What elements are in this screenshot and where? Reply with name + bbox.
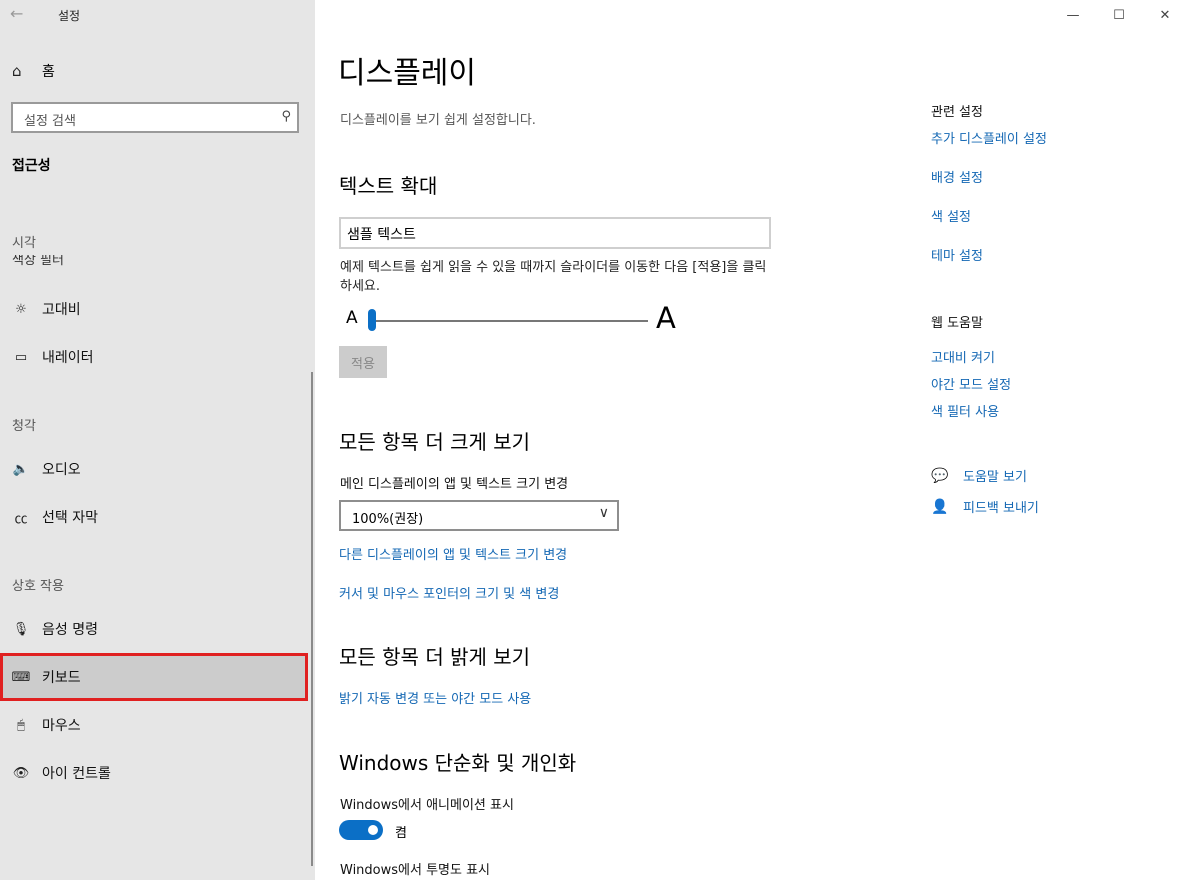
heading-make-bigger: 모든 항목 더 크게 보기 — [339, 430, 531, 454]
feedback-icon: 👤 — [931, 498, 949, 515]
sidebar-item-label: 내레이터 — [42, 350, 94, 366]
link-background[interactable]: 배경 설정 — [931, 167, 983, 186]
animation-label: Windows에서 애니메이션 표시 — [340, 798, 514, 813]
group-label-hearing: 청각 — [12, 419, 36, 434]
feedback-label: 피드백 보내기 — [963, 501, 1039, 516]
group-label-vision: 시각 — [12, 236, 36, 251]
sun-icon: ☼ — [15, 301, 27, 317]
animation-toggle[interactable] — [339, 820, 383, 840]
sidebar-scrollbar[interactable] — [311, 372, 313, 866]
link-color-filter[interactable]: 색 필터 사용 — [931, 401, 999, 420]
sidebar-item-home[interactable]: ⌂ 홈 — [12, 60, 55, 82]
search-placeholder: 설정 검색 — [24, 114, 76, 129]
maximize-icon[interactable]: ☐ — [1096, 0, 1142, 30]
sidebar-item-label: 음성 명령 — [42, 622, 98, 638]
scale-label: 메인 디스플레이의 앱 및 텍스트 크기 변경 — [340, 477, 569, 492]
sidebar-item-mouse[interactable]: 🖱 마우스 — [0, 701, 308, 749]
page-title: 디스플레이 — [338, 56, 476, 91]
sidebar-item-label: 오디오 — [42, 462, 81, 478]
eye-icon: 👁 — [12, 765, 30, 781]
link-other-display-scale[interactable]: 다른 디스플레이의 앱 및 텍스트 크기 변경 — [339, 544, 567, 563]
sidebar-item-keyboard[interactable]: ⌨ 키보드 — [0, 653, 308, 701]
title-bar: ← 설정 — [0, 0, 315, 30]
sidebar-item-eye-control[interactable]: 👁 아이 컨트롤 — [0, 749, 308, 797]
sidebar-item-closed-captions[interactable]: ㏄ 선택 자막 — [0, 493, 308, 541]
toggle-state: 켬 — [395, 826, 407, 841]
heading-text-zoom: 텍스트 확대 — [339, 174, 438, 198]
page-subtitle: 디스플레이를 보기 쉽게 설정합니다. — [340, 113, 536, 128]
get-help-label: 도움말 보기 — [963, 470, 1027, 485]
large-a-label: A — [656, 301, 676, 335]
help-chat-icon: 💬 — [931, 467, 949, 484]
link-color[interactable]: 색 설정 — [931, 206, 971, 225]
scale-dropdown[interactable]: 100%(권장) ∨ — [339, 500, 619, 531]
link-high-contrast[interactable]: 고대비 켜기 — [931, 347, 995, 366]
related-settings-title: 관련 설정 — [931, 105, 983, 120]
link-cursor-pointer[interactable]: 커서 및 마우스 포인터의 크기 및 색 변경 — [339, 583, 559, 602]
sidebar-item-label: 마우스 — [42, 718, 81, 734]
text-zoom-description: 예제 텍스트를 쉽게 읽을 수 있을 때까지 슬라이더를 이동한 다음 [적용]… — [340, 260, 767, 294]
link-additional-display[interactable]: 추가 디스플레이 설정 — [931, 128, 1047, 147]
back-arrow-icon[interactable]: ← — [10, 4, 23, 23]
sidebar-item-label: 홈 — [42, 64, 55, 80]
slider-track[interactable] — [372, 320, 648, 322]
sidebar-item-label: 색상 필터 — [12, 255, 64, 267]
sidebar-item-label: 선택 자막 — [42, 510, 98, 526]
link-theme[interactable]: 테마 설정 — [931, 245, 983, 264]
heading-make-brighter: 모든 항목 더 밝게 보기 — [339, 645, 531, 669]
text-size-slider[interactable]: A A — [346, 301, 686, 339]
home-icon: ⌂ — [12, 62, 22, 80]
sidebar-item-high-contrast[interactable]: ☼ 고대비 — [0, 285, 308, 333]
web-help-title: 웹 도움말 — [931, 316, 983, 331]
link-night-light[interactable]: 밝기 자동 변경 또는 야간 모드 사용 — [339, 688, 531, 707]
sidebar-item-label: 고대비 — [42, 302, 81, 318]
section-title: 접근성 — [12, 158, 51, 174]
sidebar: ← 설정 ⌂ 홈 설정 검색 ⚲ 접근성 시각 색상 필터 ☼ 고대비 ▭ 내레… — [0, 0, 315, 880]
microphone-icon: 🎙 — [12, 621, 30, 637]
get-help-link[interactable]: 💬 도움말 보기 — [931, 466, 1027, 486]
sidebar-item-audio[interactable]: 🔈 오디오 — [0, 445, 308, 493]
app-title: 설정 — [58, 9, 81, 23]
mouse-icon: 🖱 — [17, 717, 25, 733]
transparency-label: Windows에서 투명도 표시 — [340, 863, 491, 878]
small-a-label: A — [346, 308, 358, 328]
minimize-icon[interactable]: — — [1050, 0, 1096, 30]
sidebar-item-narrator[interactable]: ▭ 내레이터 — [0, 333, 308, 381]
search-icon[interactable]: ⚲ — [281, 109, 291, 124]
apply-button[interactable]: 적용 — [339, 346, 387, 378]
chevron-down-icon: ∨ — [598, 505, 609, 521]
heading-simplify: Windows 단순화 및 개인화 — [339, 751, 577, 775]
sidebar-item-color-filter[interactable]: 색상 필터 — [12, 255, 64, 267]
group-label-interaction: 상호 작용 — [12, 579, 64, 594]
slider-thumb[interactable] — [368, 309, 376, 331]
search-input[interactable]: 설정 검색 ⚲ — [11, 102, 299, 133]
closed-caption-icon: ㏄ — [14, 511, 28, 527]
sidebar-item-label: 아이 컨트롤 — [42, 766, 111, 782]
window-controls: — ☐ ✕ — [1050, 0, 1188, 30]
sidebar-item-speech[interactable]: 🎙 음성 명령 — [0, 605, 308, 653]
close-icon[interactable]: ✕ — [1142, 0, 1188, 30]
narrator-icon: ▭ — [14, 349, 28, 365]
toggle-knob — [368, 825, 378, 835]
speaker-icon: 🔈 — [12, 461, 30, 477]
sample-text-box: 샘플 텍스트 — [339, 217, 771, 249]
feedback-link[interactable]: 👤 피드백 보내기 — [931, 497, 1039, 517]
link-night-mode[interactable]: 야간 모드 설정 — [931, 374, 1011, 393]
dropdown-value: 100%(권장) — [352, 512, 424, 527]
keyboard-icon: ⌨ — [11, 669, 31, 685]
sidebar-item-label: 키보드 — [42, 670, 81, 686]
